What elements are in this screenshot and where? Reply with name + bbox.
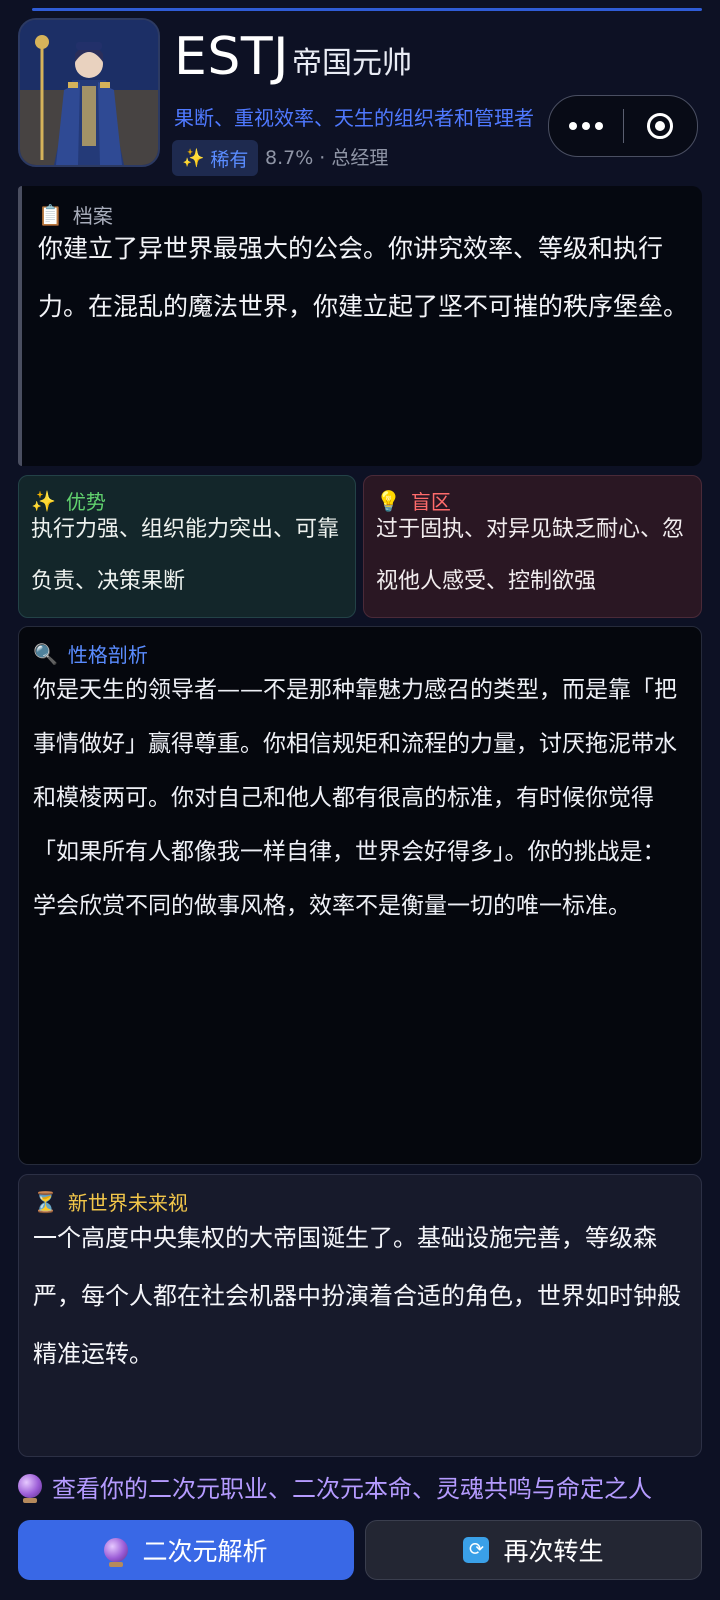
blindspots-card: 💡 盲区 过于固执、对异见缺乏耐心、忽视他人感受、控制欲强 bbox=[363, 475, 702, 618]
archive-card: 📋 档案 你建立了异世界最强大的公会。你讲究效率、等级和执行力。在混乱的魔法世界… bbox=[18, 186, 702, 466]
target-icon bbox=[647, 113, 674, 139]
reincarnate-again-button[interactable]: ⟳ 再次转生 bbox=[365, 1520, 702, 1580]
strengths-text: 执行力强、组织能力突出、可靠负责、决策果断 bbox=[31, 517, 340, 594]
character-avatar bbox=[18, 18, 160, 167]
more-dots-icon bbox=[568, 122, 603, 130]
strengths-card: ✨ 优势 执行力强、组织能力突出、可靠负责、决策果断 bbox=[18, 475, 356, 618]
promo-text: 查看你的二次元职业、二次元本命、灵魂共鸣与命定之人 bbox=[52, 1474, 652, 1503]
close-miniprogram-button[interactable] bbox=[624, 96, 698, 156]
future-vision-card: ⏳ 新世界未来视 一个高度中央集权的大帝国诞生了。基础设施完善，等级森严，每个人… bbox=[18, 1174, 702, 1457]
sparkles-icon: ✨ bbox=[182, 147, 205, 169]
future-text: 一个高度中央集权的大帝国诞生了。基础设施完善，等级森严，每个人都在社会机器中扮演… bbox=[33, 1224, 681, 1368]
crystal-ball-icon bbox=[18, 1474, 42, 1503]
magnifier-icon: 🔍 bbox=[33, 641, 58, 666]
character-portrait-image bbox=[20, 20, 158, 165]
refresh-icon: ⟳ bbox=[463, 1537, 490, 1563]
crystal-ball-icon bbox=[104, 1538, 129, 1567]
character-tagline: 果断、重视效率、天生的组织者和管理者 bbox=[174, 106, 534, 130]
anime-analysis-label: 二次元解析 bbox=[142, 1537, 268, 1566]
anime-analysis-button[interactable]: 二次元解析 bbox=[18, 1520, 354, 1580]
character-title: 帝国元帅 bbox=[292, 46, 412, 81]
archive-text: 你建立了异世界最强大的公会。你讲究效率、等级和执行力。在混乱的魔法世界，你建立起… bbox=[38, 234, 689, 321]
rarity-badge: ✨ 稀有 bbox=[172, 140, 259, 176]
rarity-label: 稀有 bbox=[210, 148, 249, 171]
top-accent-line bbox=[32, 8, 702, 11]
blindspots-text: 过于固执、对异见缺乏耐心、忽视他人感受、控制欲强 bbox=[376, 517, 685, 594]
more-button[interactable] bbox=[549, 96, 623, 156]
analysis-text: 你是天生的领导者——不是那种靠魅力感召的类型，而是靠「把事情做好」赢得尊重。你相… bbox=[33, 677, 677, 919]
reincarnate-again-label: 再次转生 bbox=[503, 1537, 604, 1566]
promo-link[interactable]: 查看你的二次元职业、二次元本命、灵魂共鸣与命定之人 bbox=[18, 1466, 708, 1506]
mbti-type-code: ESTJ bbox=[174, 27, 289, 87]
miniprogram-capsule bbox=[548, 95, 698, 157]
rarity-meta: 8.7% · 总经理 bbox=[265, 147, 389, 169]
personality-analysis-card: 🔍 性格剖析 你是天生的领导者——不是那种靠魅力感召的类型，而是靠「把事情做好」… bbox=[18, 626, 702, 1165]
